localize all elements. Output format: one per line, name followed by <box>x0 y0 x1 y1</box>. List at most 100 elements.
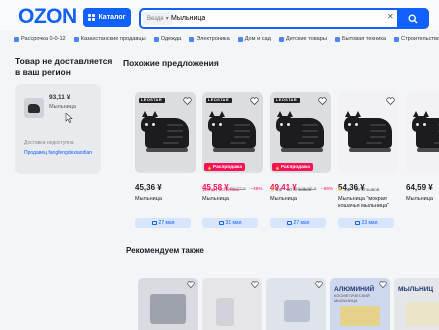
mouse-cursor-icon <box>65 113 73 123</box>
heart-icon[interactable] <box>318 97 327 105</box>
delivery-date-button[interactable]: 23 мая <box>338 218 394 228</box>
chevron-down-icon: ▾ <box>165 16 169 22</box>
drain-slot <box>230 142 246 144</box>
search-button[interactable] <box>397 8 429 29</box>
product-shape <box>340 306 380 326</box>
cat-soap-dish-shape <box>412 116 430 132</box>
calendar-icon <box>218 221 224 225</box>
cat-soap-dish-shape <box>276 116 294 132</box>
dish-base <box>213 148 255 152</box>
delivery-date-button[interactable]: 27 мая <box>135 218 191 228</box>
seller-link[interactable]: Продавец fangfengdexiaodian <box>24 150 92 156</box>
product-thumbnail[interactable] <box>24 98 44 118</box>
sale-badge-label: Распродажа <box>280 164 310 170</box>
product-card[interactable]: LEOSTAR 🔥 Распродажа 49,41 ¥146,20 ¥ −66% ★ … <box>270 92 334 233</box>
cat-eye-shape <box>219 123 222 126</box>
product-card[interactable]: LEOSTAR 45,36 ¥ Мыльница 27 мая <box>135 92 196 233</box>
ozon-logo[interactable]: OZON <box>18 5 77 29</box>
product-price: 64,59 ¥ <box>406 183 433 192</box>
heart-icon[interactable] <box>187 281 195 288</box>
quick-nav-item[interactable]: Бытовая техника <box>334 33 386 45</box>
heart-icon[interactable] <box>250 97 259 105</box>
cat-eye-shape <box>145 123 148 126</box>
quick-nav-item[interactable]: Рассрочка 0-0-12 <box>14 33 66 45</box>
stock-note: 100 шт осталось <box>202 188 240 193</box>
recommended-product-image[interactable] <box>138 278 198 330</box>
search-category-label: Везде <box>147 15 164 22</box>
quick-nav-item[interactable]: Одежда <box>153 33 182 45</box>
product-image[interactable]: LEOSTAR 🔥 Распродажа <box>270 92 331 173</box>
drain-slot <box>234 136 250 138</box>
product-title[interactable]: Мыльница <box>135 196 199 203</box>
quick-nav-label: Рассрочка 0-0-12 <box>21 36 66 42</box>
product-title[interactable]: Мыльница <box>202 196 266 203</box>
clothes-icon <box>153 36 159 42</box>
product-price: 93,11 ¥ <box>49 94 71 101</box>
delivery-date-button[interactable]: 31 мая <box>202 218 258 228</box>
cat-eye-shape <box>416 123 419 126</box>
calendar-icon <box>151 221 157 225</box>
product-card[interactable]: 54,36 ¥ ★ 4.8 · 15 отзывов Мыльница "мокра… <box>338 92 399 233</box>
heart-icon[interactable] <box>183 97 192 105</box>
product-title[interactable]: Мыльница "мокрая кошачья мыльница" <box>338 196 402 210</box>
heart-icon[interactable] <box>386 97 395 105</box>
product-name[interactable]: Мыльница <box>49 104 76 110</box>
unavailable-product-card[interactable]: 93,11 ¥ Мыльница Доставка недоступна Про… <box>15 84 101 174</box>
catalog-button[interactable]: Каталог <box>83 8 131 27</box>
delivery-date: 23 мая <box>361 220 378 226</box>
similar-offers-title: Похожие предложения <box>123 58 219 68</box>
quick-nav-label: Электроника <box>196 36 230 42</box>
search-category-select[interactable]: Везде ▾ <box>143 12 173 25</box>
drain-slot <box>366 142 382 144</box>
product-shape <box>406 302 439 326</box>
recommended-product-image[interactable]: МЫЛЬНИЦ <box>394 278 439 330</box>
delivery-status: Доставка недоступна <box>24 140 74 146</box>
recommended-product-image[interactable] <box>266 278 326 330</box>
quick-nav-label: Одежда <box>160 36 182 42</box>
reviews-count: 10 отзывов <box>286 188 312 193</box>
dish-base <box>281 148 323 152</box>
discount-percent: −46% <box>250 187 263 192</box>
product-image[interactable]: LEOSTAR <box>135 92 196 173</box>
home-icon <box>237 36 243 42</box>
rating: ★ 4.8 · 15 отзывов <box>338 188 380 193</box>
product-card[interactable]: 64,59 ¥ Мыльница <box>406 92 439 233</box>
quick-nav-item[interactable]: Казахстанские продавцы <box>73 33 146 45</box>
heart-icon[interactable] <box>379 281 387 288</box>
quick-nav-item[interactable]: Электроника <box>189 33 230 45</box>
quick-nav: Рассрочка 0-0-12 Казахстанские продавцы Од… <box>14 33 439 45</box>
cat-soap-dish-shape <box>344 116 362 132</box>
sale-badge: 🔥 Распродажа <box>272 163 313 171</box>
recommended-product-image[interactable]: АЛЮМИНИЙ КОСМЕТИЧЕСКИЙ МЫЛЬНИЦА <box>330 278 390 330</box>
product-shape <box>284 300 310 322</box>
product-card[interactable]: LEOSTAR 🔥 Распродажа 45,58 ¥85,03 ¥ −46% 100… <box>202 92 263 233</box>
calendar-icon <box>354 221 360 225</box>
quick-nav-item[interactable]: Дом и сад <box>237 33 271 45</box>
delivery-date: 31 мая <box>225 220 242 226</box>
product-title[interactable]: Мыльница <box>406 196 439 203</box>
cat-soap-dish-shape <box>141 116 159 132</box>
recommended-product-image[interactable] <box>202 278 262 330</box>
clear-icon[interactable]: ✕ <box>387 12 394 21</box>
brand-text: LEOSTAR <box>276 97 297 102</box>
quick-nav-item[interactable]: Детские товары <box>278 33 327 45</box>
rating-value: 4.8 <box>343 188 351 193</box>
dish-base <box>417 148 439 152</box>
delivery-date-button[interactable]: 27 мая <box>270 218 326 228</box>
quick-nav-label: Строительство <box>401 36 439 42</box>
heart-icon[interactable] <box>315 281 323 288</box>
heart-icon[interactable] <box>251 281 259 288</box>
product-title[interactable]: Мыльница <box>270 196 334 203</box>
cat-eye-shape <box>287 123 290 126</box>
search-icon <box>408 13 418 23</box>
product-image[interactable] <box>406 92 439 173</box>
search-input[interactable] <box>171 11 371 26</box>
product-image[interactable] <box>338 92 399 173</box>
drain-slot <box>167 130 183 132</box>
quick-nav-item[interactable]: Строительство <box>394 33 439 45</box>
quick-nav-label: Дом и сад <box>244 36 271 42</box>
product-image[interactable]: LEOSTAR 🔥 Распродажа <box>202 92 263 173</box>
cat-eye-shape <box>152 123 155 126</box>
appliances-icon <box>334 36 340 42</box>
sale-badge-label: Распродажа <box>212 164 242 170</box>
